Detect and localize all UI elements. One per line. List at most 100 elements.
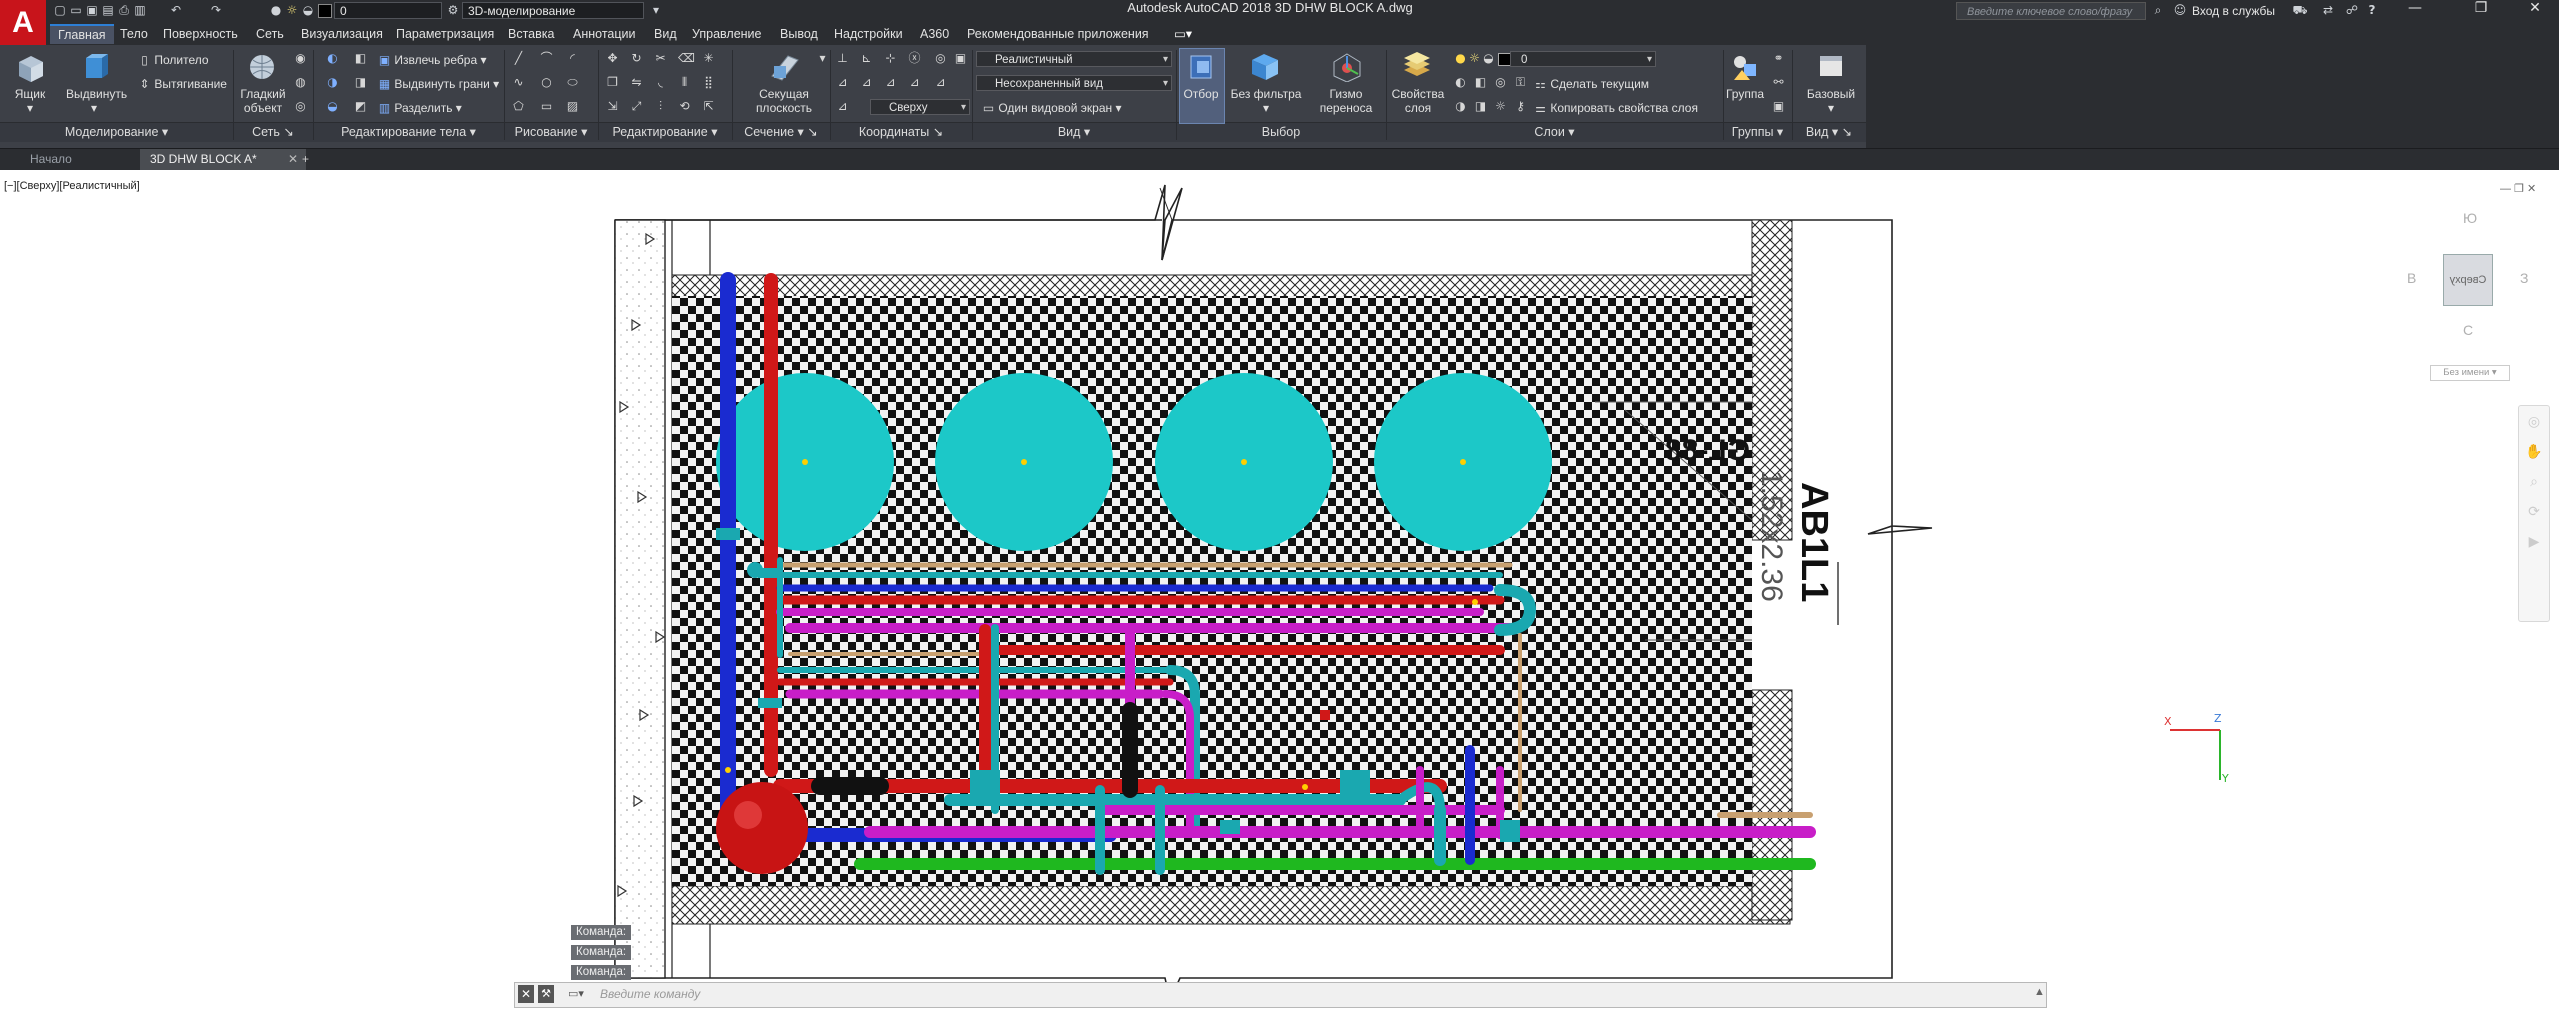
extrude-label[interactable]: Выдвинуть: [66, 87, 127, 101]
command-close-icon[interactable]: ✕: [518, 985, 534, 1003]
tab-a360[interactable]: A360: [920, 24, 949, 44]
command-line[interactable]: [514, 982, 2047, 1008]
tab-annotate[interactable]: Аннотации: [573, 24, 635, 44]
stretch-icon[interactable]: ⇲: [606, 100, 619, 113]
exchange-icon[interactable]: ⇄: [2320, 3, 2336, 17]
trim-icon[interactable]: ✂: [654, 52, 667, 65]
tab-view[interactable]: Вид: [654, 24, 677, 44]
ucs-origin-icon[interactable]: ⊹: [884, 52, 897, 65]
rotate-icon[interactable]: ↻: [630, 52, 643, 65]
ucs-previous-icon[interactable]: ⊿: [836, 100, 849, 113]
visual-style-combo[interactable]: Реалистичный: [976, 51, 1172, 68]
command-input[interactable]: Введите команду: [600, 987, 700, 1001]
polyline-icon[interactable]: ⌒: [540, 52, 553, 65]
new-file-icon[interactable]: ▢: [52, 3, 68, 17]
plot-preview-icon[interactable]: ▥: [132, 3, 148, 17]
panel-title-coordinates[interactable]: Координаты ↘: [830, 123, 972, 141]
group-label[interactable]: Группа: [1722, 87, 1768, 101]
signin-link[interactable]: Вход в службы: [2192, 0, 2275, 22]
undo-icon[interactable]: ↶: [168, 3, 184, 17]
section-label-2[interactable]: плоскость: [746, 101, 822, 115]
restore-button[interactable]: ❐: [2462, 0, 2500, 22]
union-icon[interactable]: ◐: [326, 52, 339, 65]
hatch-icon[interactable]: ▨: [566, 100, 579, 113]
panel-title-draw[interactable]: Рисование ▾: [504, 123, 598, 141]
layer-bulb-icon[interactable]: ●: [1454, 52, 1467, 65]
layer-isolate-icon[interactable]: ◧: [1474, 76, 1487, 89]
ungroup-icon[interactable]: ⚭: [1772, 52, 1785, 65]
array-icon[interactable]: ⣿: [702, 76, 715, 89]
group-icon[interactable]: [1730, 52, 1764, 82]
group-edit-icon[interactable]: ⚯: [1772, 76, 1785, 89]
ucs-y-icon[interactable]: ⊿: [884, 76, 897, 89]
mesh-refine-icon[interactable]: ◎: [294, 100, 307, 113]
no-filter-dropdown-icon[interactable]: ▾: [1228, 101, 1304, 115]
extrude-faces-button[interactable]: ▦ Выдвинуть грани ▾: [378, 76, 499, 92]
viewcube-south[interactable]: С: [2463, 322, 2473, 338]
3d-move-icon[interactable]: ⇱: [702, 100, 715, 113]
panel-title-mesh[interactable]: Сеть ↘: [233, 123, 313, 141]
base-view-label[interactable]: Базовый: [1800, 87, 1862, 101]
intersect-icon[interactable]: ◒: [326, 100, 339, 113]
tab-insert[interactable]: Вставка: [508, 24, 554, 44]
ucs-icon[interactable]: ⊥: [836, 52, 849, 65]
match-layer-button[interactable]: ⚌ Копировать свойства слоя: [1534, 100, 1698, 116]
ucs-z-icon[interactable]: ⊿: [908, 76, 921, 89]
layer-bulb-icon[interactable]: ●: [268, 3, 284, 17]
tab-surface[interactable]: Поверхность: [163, 24, 238, 44]
user-icon[interactable]: ☺: [2172, 3, 2188, 17]
layer-lock-icon[interactable]: ◒: [1482, 52, 1495, 65]
panel-title-view-2[interactable]: Вид ▾ ↘: [1792, 123, 1866, 141]
rectangle-icon[interactable]: ▭: [540, 100, 553, 113]
view-combo[interactable]: Сверху: [870, 99, 970, 116]
circle-icon[interactable]: ○: [540, 76, 553, 89]
ucs-x-icon[interactable]: ⓧ: [908, 52, 921, 65]
layer-unlock-icon[interactable]: ⚷: [1514, 100, 1527, 113]
a360-icon[interactable]: ☍: [2344, 3, 2360, 17]
drawing-canvas[interactable]: GL-88 AB1L1 1.52x2.36 X Z Y: [0, 170, 2559, 1011]
layer-freeze-icon[interactable]: ☼: [1468, 52, 1481, 65]
ucs-view-icon[interactable]: ◎: [934, 52, 947, 65]
open-file-icon[interactable]: ▭: [68, 3, 84, 17]
gizmo-icon[interactable]: [1330, 52, 1364, 83]
smooth-object-icon[interactable]: [245, 52, 279, 82]
3d-rotate-icon[interactable]: ⟲: [678, 100, 691, 113]
minimize-button[interactable]: —: [2396, 0, 2434, 22]
layer-props-label-2[interactable]: слоя: [1386, 101, 1450, 115]
smooth-label-1[interactable]: Гладкий: [237, 87, 289, 101]
tab-mesh[interactable]: Сеть: [256, 24, 284, 44]
viewcube-north[interactable]: Ю: [2463, 210, 2477, 226]
command-prompt-icon[interactable]: ▭▾: [568, 985, 590, 1003]
viewport-config-button[interactable]: ▭ Один видовой экран ▾: [982, 100, 1122, 116]
tab-parametric[interactable]: Параметризация: [396, 24, 494, 44]
align-icon[interactable]: ⫶: [654, 100, 667, 113]
plot-icon[interactable]: ⎙: [116, 3, 132, 17]
search-input[interactable]: Введите ключевое слово/фразу: [1956, 2, 2146, 20]
layer-off-icon[interactable]: ◐: [1454, 76, 1467, 89]
layer-on-icon[interactable]: ◑: [1454, 100, 1467, 113]
explode-icon[interactable]: ✳: [702, 52, 715, 65]
ucs-object-icon[interactable]: ▣: [954, 52, 967, 65]
new-tab-button[interactable]: +: [292, 149, 319, 170]
tab-output[interactable]: Вывод: [780, 24, 818, 44]
ribbon-toggle-icon[interactable]: ▭▾: [1174, 24, 1192, 44]
tab-home[interactable]: Главная: [50, 24, 114, 44]
layer-props-label-1[interactable]: Свойства: [1386, 87, 1450, 101]
navbar-showmotion-icon[interactable]: ▶: [2519, 526, 2549, 556]
named-view-combo[interactable]: Несохраненный вид: [976, 75, 1172, 92]
ucs-named-icon[interactable]: ⊿: [934, 76, 947, 89]
offset-face-icon[interactable]: ◨: [354, 76, 367, 89]
workspace-combo[interactable]: 3D-моделирование: [462, 2, 644, 19]
box-icon[interactable]: [13, 52, 47, 82]
tab-addins[interactable]: Надстройки: [834, 24, 903, 44]
layer-thaw-icon[interactable]: ☼: [1494, 100, 1507, 113]
mesh-smooth-more-icon[interactable]: ◉: [294, 52, 307, 65]
line-icon[interactable]: ╱: [512, 52, 525, 65]
tab-visualize[interactable]: Визуализация: [301, 24, 383, 44]
move-icon[interactable]: ✥: [606, 52, 619, 65]
tab-drawing[interactable]: 3D DHW BLOCK A* ✕: [140, 149, 306, 170]
layer-combo[interactable]: 0: [1510, 51, 1656, 68]
spline-icon[interactable]: ∿: [512, 76, 525, 89]
group-select-icon[interactable]: ▣: [1772, 100, 1785, 113]
section-more-icon[interactable]: ▾: [816, 52, 829, 65]
